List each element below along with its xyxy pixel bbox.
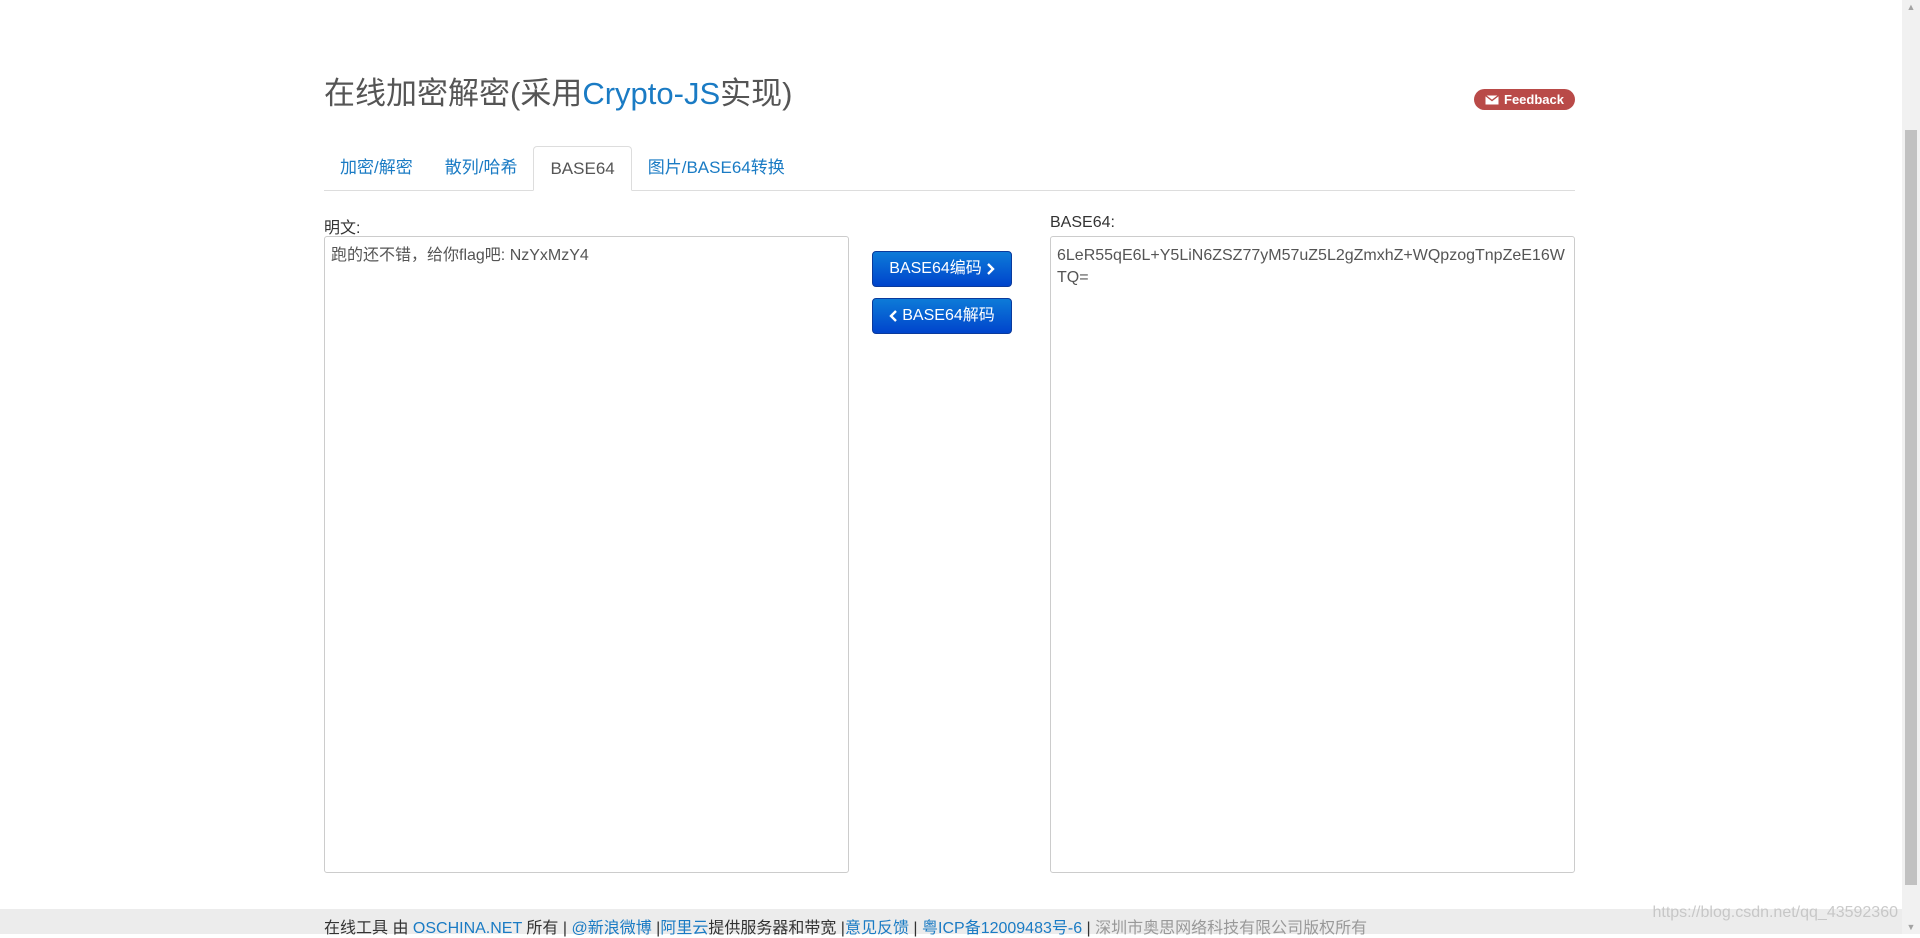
chevron-right-icon — [986, 263, 995, 275]
plaintext-label: 明文: — [324, 220, 361, 237]
footer: 在线工具 由 OSCHINA.NET 所有 | @新浪微博 | 阿里云提供服务器和… — [0, 909, 1920, 937]
decode-button-label: BASE64解码 — [902, 307, 995, 324]
scrollbar-thumb[interactable] — [1905, 130, 1917, 885]
tab-hash[interactable]: 散列/哈希 — [429, 146, 534, 190]
footer-sep: | — [1082, 920, 1096, 937]
footer-feedback-link[interactable]: 意见反馈 — [845, 920, 909, 937]
footer-provides: 提供服务器和带宽 | — [708, 920, 845, 937]
tab-encrypt-decrypt[interactable]: 加密/解密 — [324, 146, 429, 190]
base64-decode-button[interactable]: BASE64解码 — [872, 298, 1012, 334]
footer-prefix: 在线工具 由 — [324, 920, 413, 937]
page-title: 在线加密解密(采用Crypto-JS实现) — [324, 74, 792, 114]
feedback-button[interactable]: Feedback — [1474, 89, 1575, 110]
scroll-down-arrow-icon[interactable]: ▼ — [1902, 920, 1920, 934]
tab-base64[interactable]: BASE64 — [533, 146, 632, 191]
scroll-up-arrow-icon[interactable]: ▲ — [1902, 0, 1920, 14]
footer-icp-link[interactable]: 粤ICP备12009483号-6 — [922, 920, 1082, 937]
footer-aliyun-link[interactable]: 阿里云 — [660, 920, 708, 937]
base64-encode-button[interactable]: BASE64编码 — [872, 251, 1012, 287]
footer-weibo-link[interactable]: @新浪微博 — [571, 920, 651, 937]
title-prefix: 在线加密解密(采用 — [324, 76, 583, 111]
footer-copyright: 深圳市奥思网络科技有限公司版权所有 — [1095, 920, 1368, 937]
title-brand-link[interactable]: Crypto-JS — [582, 76, 720, 111]
base64-label: BASE64: — [1050, 214, 1115, 231]
tab-bar: 加密/解密 散列/哈希 BASE64 图片/BASE64转换 — [324, 146, 1575, 191]
watermark: https://blog.csdn.net/qq_43592360 — [1652, 904, 1898, 921]
title-suffix: 实现) — [720, 76, 793, 111]
encode-button-label: BASE64编码 — [889, 260, 982, 277]
vertical-scrollbar[interactable]: ▲ ▼ — [1902, 0, 1920, 934]
tab-image-base64[interactable]: 图片/BASE64转换 — [632, 146, 801, 190]
plaintext-textarea[interactable]: 跑的还不错，给你flag吧: NzYxMzY4 — [324, 236, 849, 873]
footer-text: 在线工具 由 OSCHINA.NET 所有 | @新浪微博 | 阿里云提供服务器和… — [324, 914, 1367, 938]
chevron-left-icon — [889, 310, 898, 322]
feedback-label: Feedback — [1504, 92, 1564, 107]
footer-owned: 所有 | — [521, 920, 572, 937]
footer-oschina-link[interactable]: OSCHINA.NET — [413, 920, 522, 937]
base64-textarea[interactable]: 6LeR55qE6L+Y5LiN6ZSZ77yM57uZ5L2gZmxhZ+WQ… — [1050, 236, 1575, 873]
footer-sep: | — [908, 920, 923, 937]
envelope-icon — [1485, 94, 1499, 105]
